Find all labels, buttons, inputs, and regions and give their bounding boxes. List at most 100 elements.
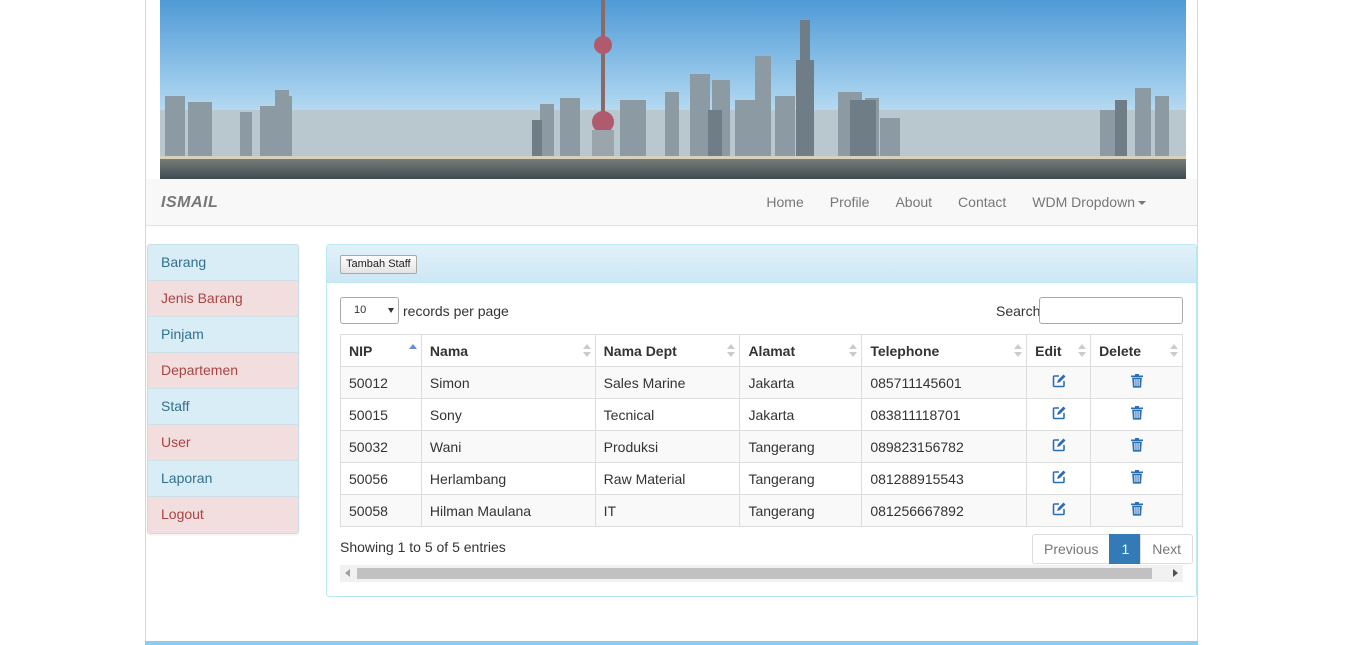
cell-dept: Tecnical [594, 398, 741, 431]
previous-button[interactable]: Previous [1032, 534, 1111, 564]
nav-menu: Home Profile About Contact WDM Dropdown [753, 179, 1159, 226]
cell-alamat: Jakarta [739, 366, 863, 399]
cell-alamat: Tangerang [739, 430, 863, 463]
cell-edit [1026, 462, 1092, 495]
edit-icon[interactable] [1052, 438, 1066, 455]
cell-nama: Herlambang [420, 462, 596, 495]
cell-edit [1026, 398, 1092, 431]
edit-icon[interactable] [1052, 470, 1066, 487]
add-staff-button[interactable]: Tambah Staff [340, 255, 417, 274]
sidebar-item-staff[interactable]: Staff [148, 389, 298, 425]
cell-telephone: 085711145601 [861, 366, 1028, 399]
nav-home[interactable]: Home [753, 179, 816, 226]
sidebar-item-laporan[interactable]: Laporan [148, 461, 298, 497]
sort-icon [582, 344, 591, 358]
column-header-telephone[interactable]: Telephone [861, 334, 1028, 367]
cell-nip: 50056 [340, 462, 422, 495]
panel-heading: Tambah Staff [327, 245, 1196, 283]
records-per-page-label: records per page [403, 303, 509, 319]
header-banner-image [160, 0, 1186, 179]
brand-logo[interactable]: ISMAIL [161, 194, 218, 212]
sort-icon [727, 344, 736, 358]
cell-nama: Sony [420, 398, 596, 431]
sort-icon [849, 344, 858, 358]
sidebar-item-departemen[interactable]: Departemen [148, 353, 298, 389]
sort-icon [1078, 344, 1087, 358]
cell-dept: Sales Marine [594, 366, 741, 399]
sidebar-item-jenis-barang[interactable]: Jenis Barang [148, 281, 298, 317]
staff-panel: Tambah Staff 10 records per page Search:… [326, 244, 1197, 597]
table-info: Showing 1 to 5 of 5 entries [340, 539, 506, 555]
column-header-nip[interactable]: NIP [340, 334, 422, 367]
cell-nip: 50032 [340, 430, 422, 463]
search-label: Search: [996, 303, 1045, 319]
sidebar-item-pinjam[interactable]: Pinjam [148, 317, 298, 353]
staff-table: NIP Nama Nama Dept Alamat Telephone Edit… [340, 334, 1183, 527]
cell-nama: Wani [420, 430, 596, 463]
caret-down-icon [1138, 201, 1146, 206]
cell-telephone: 081256667892 [861, 494, 1028, 527]
page-1-button[interactable]: 1 [1109, 534, 1142, 564]
trash-icon[interactable] [1130, 502, 1143, 519]
edit-icon[interactable] [1052, 406, 1066, 423]
nav-profile[interactable]: Profile [817, 179, 883, 226]
sidebar-item-user[interactable]: User [148, 425, 298, 461]
column-header-nama[interactable]: Nama [420, 334, 596, 367]
cell-edit [1026, 430, 1092, 463]
column-header-edit[interactable]: Edit [1026, 334, 1092, 367]
edit-icon[interactable] [1052, 374, 1066, 391]
cell-alamat: Jakarta [739, 398, 863, 431]
sidebar-item-logout[interactable]: Logout [148, 497, 298, 533]
column-header-label: Nama [429, 342, 469, 359]
column-header-label: Edit [1035, 342, 1062, 359]
sort-icon [1014, 344, 1023, 358]
column-header-delete[interactable]: Delete [1090, 334, 1183, 367]
nav-about[interactable]: About [882, 179, 945, 226]
table-header-row: NIP Nama Nama Dept Alamat Telephone Edit… [340, 334, 1183, 367]
records-per-page-value: 10 [354, 304, 367, 316]
trash-icon[interactable] [1130, 374, 1143, 391]
search-input[interactable] [1039, 297, 1183, 324]
cell-dept: Produksi [594, 430, 741, 463]
cell-telephone: 089823156782 [861, 430, 1028, 463]
cell-nama: Simon [420, 366, 596, 399]
scroll-right-icon[interactable] [1173, 569, 1178, 577]
scrollbar-thumb[interactable] [357, 568, 1152, 579]
edit-icon[interactable] [1052, 502, 1066, 519]
sort-icon [1170, 344, 1178, 358]
cell-alamat: Tangerang [739, 462, 863, 495]
table-row: 50012 Simon Sales Marine Jakarta 0857111… [340, 366, 1183, 399]
column-header-nama-dept[interactable]: Nama Dept [594, 334, 741, 367]
records-per-page-select[interactable]: 10 [340, 297, 399, 324]
scroll-left-icon[interactable] [345, 569, 350, 577]
cell-telephone: 081288915543 [861, 462, 1028, 495]
cell-delete [1090, 398, 1183, 431]
navbar: ISMAIL Home Profile About Contact WDM Dr… [146, 179, 1197, 226]
cell-delete [1090, 430, 1183, 463]
nav-contact[interactable]: Contact [945, 179, 1019, 226]
cell-nama: Hilman Maulana [420, 494, 596, 527]
cell-alamat: Tangerang [739, 494, 863, 527]
nav-wdm-dropdown[interactable]: WDM Dropdown [1019, 179, 1159, 226]
cell-nip: 50058 [340, 494, 422, 527]
column-header-label: Nama Dept [603, 342, 677, 359]
table-row: 50015 Sony Tecnical Jakarta 083811118701 [340, 398, 1183, 431]
sort-asc-icon [408, 344, 417, 358]
cell-dept: IT [594, 494, 741, 527]
sidebar-item-barang[interactable]: Barang [148, 245, 298, 281]
footer-divider [145, 641, 1198, 645]
table-row: 50032 Wani Produksi Tangerang 0898231567… [340, 430, 1183, 463]
cell-delete [1090, 462, 1183, 495]
pagination: Previous 1 Next [1032, 534, 1194, 564]
column-header-alamat[interactable]: Alamat [739, 334, 863, 367]
trash-icon[interactable] [1130, 470, 1143, 487]
cell-edit [1026, 366, 1092, 399]
next-button[interactable]: Next [1140, 534, 1194, 564]
cell-telephone: 083811118701 [861, 398, 1028, 431]
page-container: ISMAIL Home Profile About Contact WDM Dr… [145, 0, 1198, 645]
table-row: 50058 Hilman Maulana IT Tangerang 081256… [340, 494, 1183, 527]
sidebar: Barang Jenis Barang Pinjam Departemen St… [147, 244, 299, 534]
horizontal-scrollbar[interactable] [340, 565, 1183, 582]
trash-icon[interactable] [1130, 438, 1143, 455]
trash-icon[interactable] [1130, 406, 1143, 423]
